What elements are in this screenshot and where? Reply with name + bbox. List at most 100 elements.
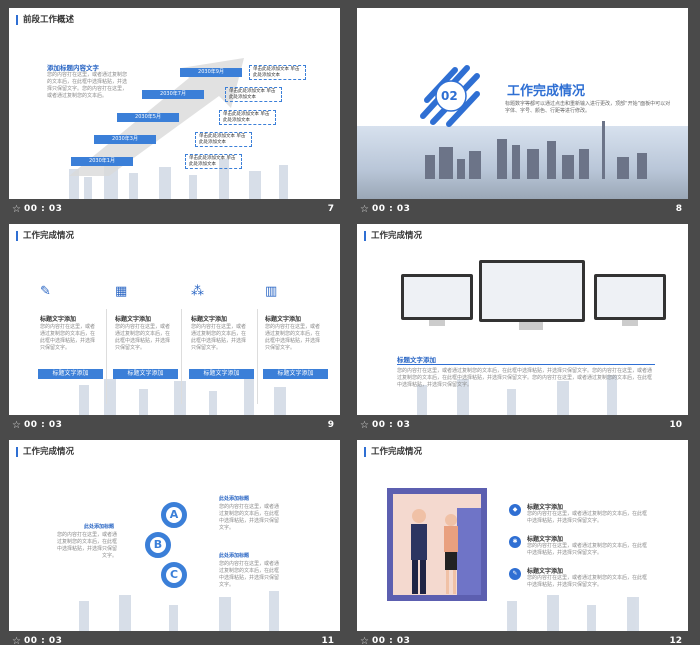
monitor-image xyxy=(594,274,666,320)
slide-footer: ☆ 00 : 03 8 xyxy=(357,199,688,220)
step-a-circle: A xyxy=(161,502,187,528)
gear-icon: ✱ xyxy=(509,536,521,548)
transition-star-icon: ☆ xyxy=(360,420,369,431)
item-heading: 标题文字添加 xyxy=(527,568,564,575)
slide-canvas[interactable]: 工作完成情况 A B C 此处添加标题 您的内容打在这里，或者通过复制您的文本后… xyxy=(9,440,340,631)
slide-footer: ☆ 00 : 03 9 xyxy=(9,415,340,436)
card-label-button[interactable]: 标题文字添加 xyxy=(113,369,178,379)
feature-card: ⁂ 标题文字添加 您的内容打在这里，或者通过复制您的文本后，在此框中选择粘贴，并… xyxy=(189,284,261,384)
content-body: 您的内容打在这里，或者通过复制您的文本后，在此框中选择粘贴，并选择只保留文字。您… xyxy=(397,368,653,388)
slide-number: 12 xyxy=(669,636,682,645)
slide-footer: ☆ 00 : 03 7 xyxy=(9,199,340,220)
slide-number: 8 xyxy=(675,204,682,214)
pen-icon: ✎ xyxy=(40,284,51,299)
card-body: 您的内容打在这里，或者通过复制您的文本后，在此框中选择粘贴，并选择只保留文字。 xyxy=(265,324,321,351)
item-heading: 此处添加标题 xyxy=(84,524,115,530)
step-c-circle: C xyxy=(161,562,187,588)
business-people-illustration xyxy=(387,488,487,601)
slide-thumbnail-11[interactable]: 工作完成情况 A B C 此处添加标题 您的内容打在这里，或者通过复制您的文本后… xyxy=(9,440,340,645)
slide-title: 工作完成情况 xyxy=(364,447,422,457)
city-skyline-image xyxy=(357,121,688,199)
transition-star-icon: ☆ xyxy=(12,204,21,215)
slide-thumbnail-10[interactable]: 工作完成情况 标题文字添加 您的内容打在这里，或者通过复制您的文本后，在此框中选… xyxy=(357,224,688,436)
team-icon: ⁂ xyxy=(191,284,204,299)
item-heading: 标题文字添加 xyxy=(527,536,564,543)
slide-number: 9 xyxy=(327,420,334,430)
transition-star-icon: ☆ xyxy=(360,636,369,645)
content-body: 您的内容打在这里，或者通过复制您的文本后，在此框中选择粘贴，并选择只保留文字。您… xyxy=(47,72,128,99)
item-body: 您的内容打在这里，或者通过复制您的文本后，在此框中选择粘贴，并选择只保留文字。 xyxy=(527,511,648,524)
text-box: 单击此处添加文本 单击此处添加文本 xyxy=(185,154,242,169)
slide-footer: ☆ 00 : 03 11 xyxy=(9,631,340,645)
item-body: 您的内容打在这里，或者通过复制您的文本后，在此框中选择粘贴，并选择只保留文字。 xyxy=(219,561,280,588)
slide-thumbnail-8[interactable]: 02 工作完成情况 标题数字等都可以通过点击和重新输入进行更改，顶部“开始”面板… xyxy=(357,8,688,220)
item-body: 您的内容打在这里，或者通过复制您的文本后，在此框中选择粘贴，并选择只保留文字。 xyxy=(527,575,648,588)
item-body: 您的内容打在这里，或者通过复制您的文本后，在此框中选择粘贴，并选择只保留文字。 xyxy=(527,543,648,556)
slide-canvas[interactable]: 工作完成情况 ✎ 标题文字添加 您的内容打在这里，或者通过复制您的文本后，在此框… xyxy=(9,224,340,415)
item-heading: 此处添加标题 xyxy=(219,496,250,502)
step-b-circle: B xyxy=(145,532,171,558)
slide-canvas[interactable]: 前段工作概述 添加标题内容文字 您的内容打在这里，或者通过复制您的文本后，在此框… xyxy=(9,8,340,199)
feature-card: ▦ 标题文字添加 您的内容打在这里，或者通过复制您的文本后，在此框中选择粘贴，并… xyxy=(113,284,185,384)
card-body: 您的内容打在这里，或者通过复制您的文本后，在此框中选择粘贴，并选择只保留文字。 xyxy=(191,324,247,351)
item-body: 您的内容打在这里，或者通过复制您的文本后，在此框中选择粘贴，并选择只保留文字。 xyxy=(219,504,280,531)
card-heading: 标题文字添加 xyxy=(265,316,302,323)
slide-thumbnail-12[interactable]: 工作完成情况 ◆ 标题文字添加 您的内容打在这里，或者通过复制您的文本后，在此框… xyxy=(357,440,688,645)
slide-number: 7 xyxy=(327,204,334,214)
content-heading: 添加标题内容文字 xyxy=(47,64,99,72)
monitor-stand xyxy=(519,322,543,330)
slide-sorter: 前段工作概述 添加标题内容文字 您的内容打在这里，或者通过复制您的文本后，在此框… xyxy=(0,0,700,645)
slide-number: 10 xyxy=(669,420,682,430)
card-heading: 标题文字添加 xyxy=(115,316,152,323)
slide-thumbnail-9[interactable]: 工作完成情况 ✎ 标题文字添加 您的内容打在这里，或者通过复制您的文本后，在此框… xyxy=(9,224,340,436)
monitor-image xyxy=(401,274,473,320)
slide-number: 11 xyxy=(321,636,334,645)
city-skyline-image xyxy=(9,585,340,631)
text-box: 单击此处添加文本 单击此处添加文本 xyxy=(195,132,252,147)
item-heading: 标题文字添加 xyxy=(527,504,564,511)
drop-icon: ◆ xyxy=(509,504,521,516)
slide-canvas[interactable]: 工作完成情况 ◆ 标题文字添加 您的内容打在这里，或者通过复制您的文本后，在此框… xyxy=(357,440,688,631)
section-title: 工作完成情况 xyxy=(507,84,586,99)
edit-icon: ✎ xyxy=(509,568,521,580)
feature-card: ✎ 标题文字添加 您的内容打在这里，或者通过复制您的文本后，在此框中选择粘贴，并… xyxy=(38,284,110,384)
slide-title: 工作完成情况 xyxy=(364,231,422,241)
slide-timing: 00 : 03 xyxy=(372,420,411,430)
timeline-date: 2030年3月 xyxy=(94,135,156,144)
slide-canvas[interactable]: 02 工作完成情况 标题数字等都可以通过点击和重新输入进行更改，顶部“开始”面板… xyxy=(357,8,688,199)
card-body: 您的内容打在这里，或者通过复制您的文本后，在此框中选择粘贴，并选择只保留文字。 xyxy=(40,324,96,351)
slide-timing: 00 : 03 xyxy=(24,420,63,430)
card-label-button[interactable]: 标题文字添加 xyxy=(189,369,254,379)
monitor-image xyxy=(479,260,585,322)
slide-thumbnail-7[interactable]: 前段工作概述 添加标题内容文字 您的内容打在这里，或者通过复制您的文本后，在此框… xyxy=(9,8,340,220)
slide-canvas[interactable]: 工作完成情况 标题文字添加 您的内容打在这里，或者通过复制您的文本后，在此框中选… xyxy=(357,224,688,415)
slide-timing: 00 : 03 xyxy=(24,636,63,645)
timeline-date: 2030年1月 xyxy=(71,157,133,166)
timeline-date: 2030年5月 xyxy=(117,113,179,122)
slide-title: 前段工作概述 xyxy=(16,15,74,25)
section-body: 标题数字等都可以通过点击和重新输入进行更改，顶部“开始”面板中可以对字体、字号、… xyxy=(505,101,671,114)
slide-title: 工作完成情况 xyxy=(16,447,74,457)
card-heading: 标题文字添加 xyxy=(40,316,77,323)
slide-title: 工作完成情况 xyxy=(16,231,74,241)
item-heading: 此处添加标题 xyxy=(219,553,250,559)
slide-footer: ☆ 00 : 03 10 xyxy=(357,415,688,436)
card-label-button[interactable]: 标题文字添加 xyxy=(263,369,328,379)
transition-star-icon: ☆ xyxy=(12,636,21,645)
bar-chart-icon: ▥ xyxy=(265,284,278,299)
card-label-button[interactable]: 标题文字添加 xyxy=(38,369,103,379)
monitor-stand xyxy=(622,320,638,326)
card-body: 您的内容打在这里，或者通过复制您的文本后，在此框中选择粘贴，并选择只保留文字。 xyxy=(115,324,171,351)
text-box: 单击此处添加文本 单击此处添加文本 xyxy=(225,87,282,102)
timeline-date: 2030年7月 xyxy=(142,90,204,99)
feature-card: ▥ 标题文字添加 您的内容打在这里，或者通过复制您的文本后，在此框中选择粘贴，并… xyxy=(263,284,335,384)
transition-star-icon: ☆ xyxy=(12,420,21,431)
slide-timing: 00 : 03 xyxy=(24,204,63,214)
item-body: 您的内容打在这里，或者通过复制您的文本后，在此框中选择粘贴，并选择只保留文字。 xyxy=(57,532,118,559)
divider xyxy=(397,364,655,365)
slide-timing: 00 : 03 xyxy=(372,204,411,214)
card-heading: 标题文字添加 xyxy=(191,316,228,323)
monitor-stand xyxy=(429,320,445,326)
content-heading: 标题文字添加 xyxy=(397,356,436,364)
transition-star-icon: ☆ xyxy=(360,204,369,215)
